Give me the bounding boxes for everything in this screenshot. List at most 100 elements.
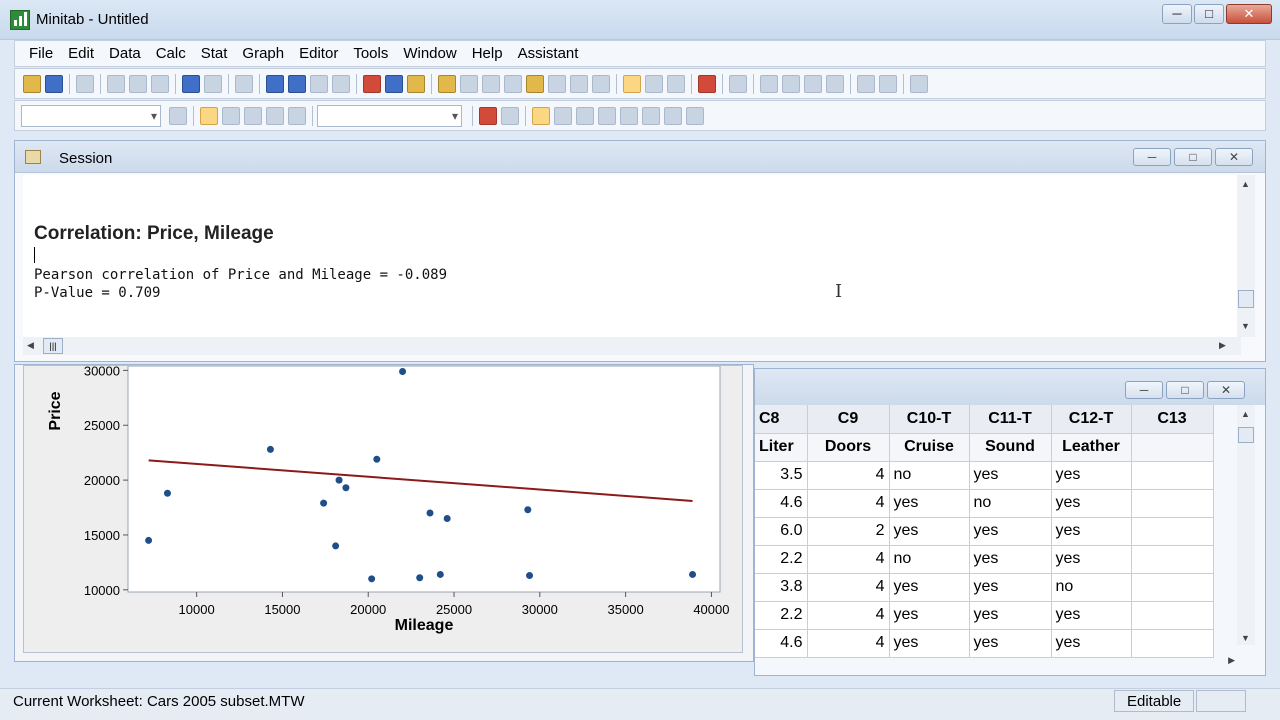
- worksheet-maximize-button[interactable]: □: [1166, 381, 1204, 399]
- brush-tool-icon[interactable]: [222, 106, 240, 125]
- cell[interactable]: 4: [807, 545, 890, 574]
- cell[interactable]: 3.5: [755, 461, 808, 490]
- close-graphs-icon[interactable]: [698, 74, 716, 93]
- cell[interactable]: [1131, 573, 1214, 602]
- show-worksheet-icon[interactable]: [645, 74, 663, 93]
- column-name-empty[interactable]: [1131, 433, 1214, 462]
- cell[interactable]: [1131, 517, 1214, 546]
- cell[interactable]: no: [969, 489, 1052, 518]
- cell[interactable]: yes: [1051, 545, 1132, 574]
- column-header-c12[interactable]: C12-T: [1051, 405, 1132, 434]
- graph-canvas[interactable]: 10000 15000 20000 25000 30000 10000 15000 2000…: [23, 363, 743, 653]
- stat-guide-icon[interactable]: [407, 74, 425, 93]
- column-name-doors[interactable]: Doors: [807, 433, 890, 462]
- replace-icon[interactable]: [332, 74, 350, 93]
- cell[interactable]: yes: [889, 489, 970, 518]
- graph-item-select[interactable]: [21, 104, 161, 127]
- column-name-leather[interactable]: Leather: [1051, 433, 1132, 462]
- cell[interactable]: 4: [807, 573, 890, 602]
- cell[interactable]: yes: [1051, 517, 1132, 546]
- show-session-icon[interactable]: [623, 74, 641, 93]
- cell[interactable]: yes: [969, 573, 1052, 602]
- menu-help[interactable]: Help: [472, 45, 503, 62]
- menu-stat[interactable]: Stat: [201, 45, 228, 62]
- arrow-up-icon[interactable]: [266, 74, 284, 93]
- cell[interactable]: 4.6: [755, 489, 808, 518]
- session-vscroll-thumb[interactable]: [1238, 290, 1254, 308]
- redo-icon[interactable]: [204, 74, 222, 93]
- minimize-button[interactable]: ─: [1162, 4, 1192, 24]
- eraser-icon[interactable]: [910, 74, 928, 93]
- column-name-sound[interactable]: Sound: [969, 433, 1052, 462]
- menu-file[interactable]: File: [29, 45, 53, 62]
- cell[interactable]: yes: [889, 573, 970, 602]
- cell[interactable]: 3.8: [755, 573, 808, 602]
- cell[interactable]: 2: [807, 517, 890, 546]
- worksheet-icon[interactable]: [460, 74, 478, 93]
- brush-icon[interactable]: [857, 74, 875, 93]
- paste-icon[interactable]: [151, 74, 169, 93]
- edit-item-icon[interactable]: [169, 106, 187, 125]
- project-manager-icon[interactable]: [592, 74, 610, 93]
- align-left-icon[interactable]: [760, 74, 778, 93]
- marker-tool-icon[interactable]: [642, 106, 660, 125]
- cell[interactable]: yes: [969, 545, 1052, 574]
- cell[interactable]: no: [1051, 573, 1132, 602]
- arrow-down-icon[interactable]: [288, 74, 306, 93]
- worksheet-minimize-button[interactable]: ─: [1125, 381, 1163, 399]
- rectangle-tool-icon[interactable]: [576, 106, 594, 125]
- cell[interactable]: 4: [807, 601, 890, 630]
- crosshair-icon[interactable]: [244, 106, 262, 125]
- show-graphs-icon[interactable]: [667, 74, 685, 93]
- polyline-tool-icon[interactable]: [664, 106, 682, 125]
- text-tool-icon[interactable]: [554, 106, 572, 125]
- cell[interactable]: yes: [889, 601, 970, 630]
- cell[interactable]: [1131, 545, 1214, 574]
- scroll-down-icon[interactable]: ▼: [1241, 321, 1250, 331]
- column-header-c11[interactable]: C11-T: [969, 405, 1052, 434]
- column-header-c9[interactable]: C9: [807, 405, 890, 434]
- cell[interactable]: [1131, 489, 1214, 518]
- session-hscroll-thumb[interactable]: |||: [43, 338, 63, 354]
- menu-edit[interactable]: Edit: [68, 45, 94, 62]
- menu-editor[interactable]: Editor: [299, 45, 338, 62]
- sheet-scroll-right-icon[interactable]: ▶: [1228, 655, 1235, 666]
- menu-tools[interactable]: Tools: [353, 45, 388, 62]
- cell[interactable]: 4: [807, 489, 890, 518]
- cell[interactable]: yes: [1051, 461, 1132, 490]
- undo-icon[interactable]: [182, 74, 200, 93]
- scroll-left-icon[interactable]: ◀: [27, 340, 34, 351]
- column-header-c8[interactable]: C8: [755, 405, 808, 434]
- info-icon[interactable]: [504, 74, 522, 93]
- menu-data[interactable]: Data: [109, 45, 141, 62]
- new-doc-icon[interactable]: [570, 74, 588, 93]
- cell[interactable]: 4: [807, 461, 890, 490]
- zoom-icon[interactable]: [501, 106, 519, 125]
- cell[interactable]: 2.2: [755, 601, 808, 630]
- align-top-icon[interactable]: [826, 74, 844, 93]
- session-vertical-scrollbar[interactable]: ▲ ▼: [1237, 175, 1255, 337]
- ellipse-tool-icon[interactable]: [598, 106, 616, 125]
- scroll-up-icon[interactable]: ▲: [1241, 179, 1250, 189]
- menu-assistant[interactable]: Assistant: [518, 45, 579, 62]
- maximize-button[interactable]: □: [1194, 4, 1224, 24]
- cut-icon[interactable]: [107, 74, 125, 93]
- graph-select[interactable]: [317, 104, 462, 127]
- pen-icon[interactable]: [879, 74, 897, 93]
- cancel-icon[interactable]: [363, 74, 381, 93]
- cell[interactable]: no: [889, 461, 970, 490]
- cell[interactable]: yes: [969, 601, 1052, 630]
- cell[interactable]: yes: [889, 517, 970, 546]
- edit-last-dialog-icon[interactable]: [235, 74, 253, 93]
- sheet-scroll-down-icon[interactable]: ▼: [1241, 633, 1250, 643]
- close-button[interactable]: ✕: [1226, 4, 1272, 24]
- session-horizontal-scrollbar[interactable]: ◀ ||| ▶: [23, 337, 1241, 355]
- tile-icon[interactable]: [482, 74, 500, 93]
- swap-icon[interactable]: [288, 106, 306, 125]
- report-icon[interactable]: [548, 74, 566, 93]
- sheet-scroll-up-icon[interactable]: ▲: [1241, 409, 1250, 419]
- cell[interactable]: yes: [1051, 489, 1132, 518]
- help-icon[interactable]: [385, 74, 403, 93]
- save-icon[interactable]: [45, 74, 63, 93]
- find-icon[interactable]: [310, 74, 328, 93]
